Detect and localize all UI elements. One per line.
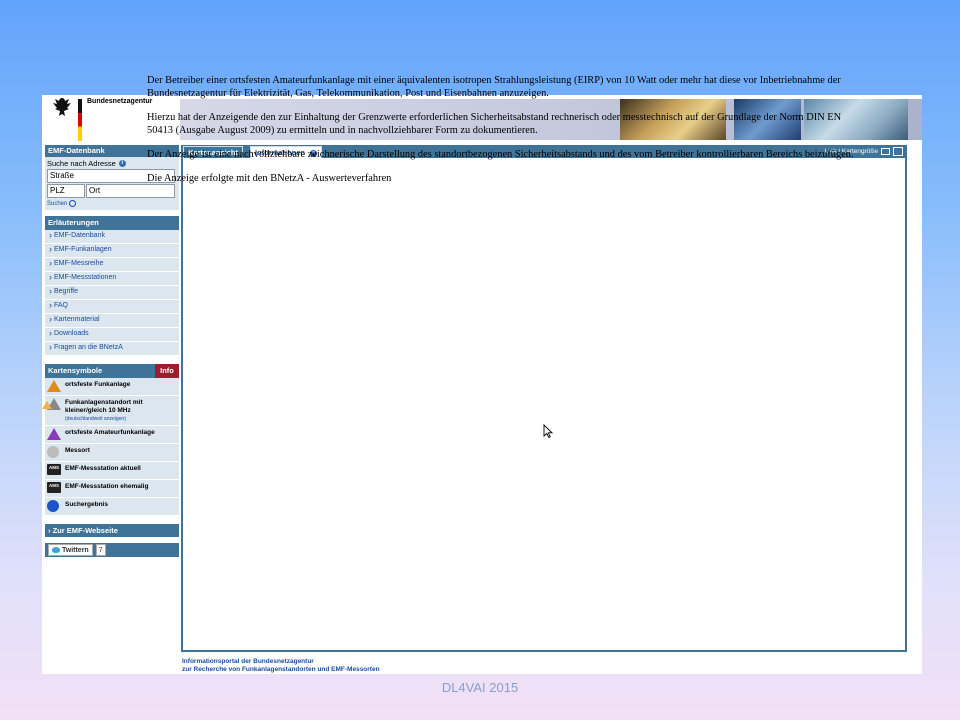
ams-former-icon: AMS [47, 482, 61, 495]
search-button[interactable]: Suchen [47, 200, 177, 207]
symbol-row: Suchergebnis [45, 498, 179, 516]
orange-triangle-icon [47, 380, 61, 393]
show-nationwide-link[interactable]: (deutschlandweit anzeigen) [65, 415, 177, 423]
explanations-title: Erläuterungen [45, 216, 179, 230]
symbol-label: EMF-Messstation aktuell [65, 465, 141, 472]
paragraph: Die Anzeige erfolgte mit den BNetzA - Au… [147, 173, 392, 184]
footer-line-1: Informationsportal der Bundesnetzagentur [182, 658, 314, 665]
mouse-cursor-icon [543, 424, 553, 438]
nav-item-emf-messreihe[interactable]: EMF-Messreihe [45, 258, 179, 272]
map-symbols-header: Kartensymbole Info [45, 364, 179, 378]
info-icon[interactable]: i [118, 160, 126, 167]
paragraph: Der Anzeige ist eine nachvollziehbare ze… [147, 149, 854, 160]
plz-input[interactable]: PLZ [47, 184, 85, 198]
blue-circle-icon [47, 500, 61, 513]
symbol-row: ortsfeste Funkanlage [45, 378, 179, 396]
symbol-row: AMS EMF-Messstation ehemalig [45, 480, 179, 498]
ams-current-icon: AMS [47, 464, 61, 477]
purple-triangle-icon [47, 428, 61, 441]
tweet-label: Twittern [62, 546, 89, 554]
explanations-nav: Erläuterungen EMF-Datenbank EMF-Funkanla… [45, 216, 179, 356]
nav-item-emf-messstationen[interactable]: EMF-Messstationen [45, 272, 179, 286]
nav-item-begriffe[interactable]: Begriffe [45, 286, 179, 300]
nav-item-faq[interactable]: FAQ [45, 300, 179, 314]
symbol-label: EMF-Messstation ehemalig [65, 483, 149, 490]
outlined-triangle-icon [47, 398, 61, 411]
info-text: Der Betreiber einer ortsfesten Amateurfu… [147, 74, 857, 196]
symbol-label: Funkanlagenstandort mit kleiner/gleich 1… [65, 398, 177, 423]
twitter-bird-icon [52, 547, 60, 553]
twitter-bar: Twittern 7 [45, 543, 179, 557]
symbol-row: AMS EMF-Messstation aktuell [45, 462, 179, 480]
symbol-label: ortsfeste Funkanlage [65, 381, 131, 388]
tweet-count: 7 [95, 544, 106, 556]
emf-website-label: Zur EMF-Webseite [52, 526, 118, 535]
map-symbols-title: Kartensymbole [48, 366, 103, 375]
flag-stripes [78, 99, 82, 141]
symbol-row: Funkanlagenstandort mit kleiner/gleich 1… [45, 396, 179, 426]
sidebar: EMF-Datenbank Suche nach Adresse i Straß… [45, 145, 179, 557]
emf-website-link[interactable]: › Zur EMF-Webseite [45, 524, 179, 537]
org-name: Bundesnetzagentur [87, 98, 153, 105]
search-icon [69, 200, 77, 207]
symbol-label: Suchergebnis [65, 501, 108, 508]
chevron-right-icon: › [48, 526, 51, 535]
symbol-label: ortsfeste Amateurfunkanlage [65, 429, 155, 436]
footer-line-2: zur Recherche von Funkanlagenstandorten … [182, 666, 380, 673]
nav-item-fragen[interactable]: Fragen an die BNetzA [45, 342, 179, 356]
symbol-row: ortsfeste Amateurfunkanlage [45, 426, 179, 444]
search-button-label: Suchen [47, 200, 68, 207]
ams-badge: AMS [47, 464, 61, 475]
nav-item-downloads[interactable]: Downloads [45, 328, 179, 342]
symbol-row: Messort [45, 444, 179, 462]
page-footer: Informationsportal der Bundesnetzagentur… [182, 658, 380, 674]
info-button[interactable]: Info [155, 364, 179, 378]
paragraph: Der Betreiber einer ortsfesten Amateurfu… [147, 75, 841, 99]
federal-eagle-icon [53, 98, 71, 116]
search-label: Suche nach Adresse [47, 159, 116, 168]
symbol-label-text: Funkanlagenstandort mit kleiner/gleich 1… [65, 399, 143, 414]
slide-caption: DL4VAI 2015 [441, 680, 519, 695]
paragraph: Hierzu hat der Anzeigende den zur Einhal… [147, 112, 842, 136]
nav-item-kartenmaterial[interactable]: Kartenmaterial [45, 314, 179, 328]
tweet-button[interactable]: Twittern [48, 544, 93, 556]
nav-item-emf-funkanlagen[interactable]: EMF-Funkanlagen [45, 244, 179, 258]
info-panel [181, 145, 907, 652]
nav-item-emf-datenbank[interactable]: EMF-Datenbank [45, 230, 179, 244]
symbol-label: Messort [65, 447, 90, 454]
grey-circle-icon [47, 446, 61, 459]
ams-badge: AMS [47, 482, 61, 493]
